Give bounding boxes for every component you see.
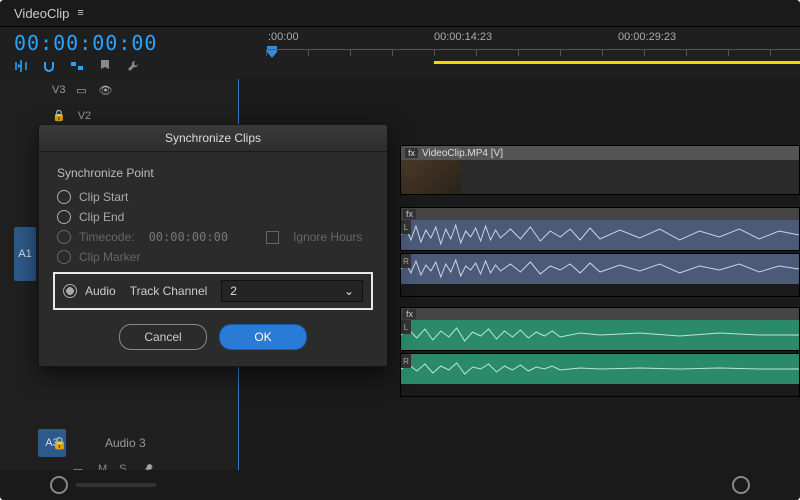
toggle-output-icon[interactable]: ▭ xyxy=(73,83,89,97)
clip-thumbnail xyxy=(401,160,461,194)
ruler-label: 00:00:29:23 xyxy=(618,31,676,43)
track-channel-select[interactable]: 2 ⌄ xyxy=(221,280,363,302)
playhead-timecode[interactable]: 00:00:00:00 xyxy=(14,31,252,55)
dialog-buttons: Cancel OK xyxy=(57,324,369,350)
magnet-icon[interactable] xyxy=(42,59,56,73)
zoom-handle-left[interactable] xyxy=(50,476,68,494)
timeline-footer xyxy=(0,470,800,500)
channel-label-l: L xyxy=(401,220,411,234)
select-value: 2 xyxy=(230,284,237,298)
radio-icon xyxy=(57,230,71,244)
ruler-label: :00:00 xyxy=(268,31,299,43)
dialog-body: Synchronize Point Clip Start Clip End Ti… xyxy=(39,152,387,366)
lock-icon[interactable]: 🔒 xyxy=(52,436,67,450)
timeline-header-left: 00:00:00:00 xyxy=(0,27,266,79)
linked-selection-icon[interactable] xyxy=(70,59,84,73)
channel-label-r: R xyxy=(401,354,411,368)
radio-icon xyxy=(63,284,77,298)
radio-clip-end[interactable]: Clip End xyxy=(57,210,369,224)
radio-icon xyxy=(57,210,71,224)
checkbox-label: Ignore Hours xyxy=(293,230,362,244)
radio-label: Timecode: xyxy=(79,230,135,244)
video-clip[interactable]: fx VideoClip.MP4 [V] xyxy=(400,145,800,195)
track-label: V3 xyxy=(52,84,65,96)
track-header-v3[interactable]: V3 ▭ 👁 xyxy=(0,83,238,97)
lock-icon[interactable]: 🔒 xyxy=(52,109,66,122)
fx-badge[interactable]: fx xyxy=(403,309,416,319)
audio-clip-1-r[interactable]: R xyxy=(400,253,800,297)
snap-icon[interactable] xyxy=(14,59,28,73)
track-channel-label: Track Channel xyxy=(130,284,208,298)
radio-audio[interactable]: Audio xyxy=(63,284,116,298)
panel-menu-icon[interactable]: ≡ xyxy=(77,7,83,19)
channel-label-l: L xyxy=(401,320,411,334)
ok-button[interactable]: OK xyxy=(219,324,307,350)
timecode-value: 00:00:00:00 xyxy=(149,230,228,244)
track-name: Audio 3 xyxy=(105,436,146,450)
work-area-bar[interactable] xyxy=(434,61,800,64)
fx-badge[interactable]: fx xyxy=(403,209,416,219)
radio-audio-row: Audio Track Channel 2 ⌄ xyxy=(53,272,373,310)
zoom-scrollbar[interactable] xyxy=(76,483,156,487)
chevron-down-icon: ⌄ xyxy=(344,284,354,298)
panel-tab-bar: VideoClip ≡ xyxy=(0,0,800,27)
sequence-title[interactable]: VideoClip xyxy=(14,6,69,21)
channel-label-r: R xyxy=(401,254,411,268)
radio-label: Clip Start xyxy=(79,190,128,204)
marker-icon[interactable] xyxy=(98,59,112,73)
timeline-header: 00:00:00:00 :00:00 00:00:14:23 00:00:29:… xyxy=(0,27,800,79)
audio-clip-2-r[interactable]: R xyxy=(400,353,800,397)
radio-label: Clip Marker xyxy=(79,250,140,264)
track-header-a3[interactable]: 🔒 Audio 3 xyxy=(0,429,238,457)
radio-clip-marker: Clip Marker xyxy=(57,250,369,264)
wrench-icon[interactable] xyxy=(126,59,140,73)
timeline-tools xyxy=(14,59,252,73)
radio-clip-start[interactable]: Clip Start xyxy=(57,190,369,204)
time-ruler[interactable]: :00:00 00:00:14:23 00:00:29:23 00:00 xyxy=(266,27,800,79)
synchronize-clips-dialog: Synchronize Clips Synchronize Point Clip… xyxy=(38,124,388,367)
section-label: Synchronize Point xyxy=(57,166,369,180)
clip-header: fx VideoClip.MP4 [V] xyxy=(401,146,799,160)
ruler-ticks xyxy=(266,49,800,60)
radio-icon xyxy=(57,190,71,204)
audio-clip-2-l[interactable]: fx L xyxy=(400,307,800,351)
checkbox-ignore-hours xyxy=(266,231,279,244)
radio-timecode: Timecode: 00:00:00:00 Ignore Hours xyxy=(57,230,369,244)
ruler-label: 00:00:14:23 xyxy=(434,31,492,43)
cancel-button[interactable]: Cancel xyxy=(119,324,207,350)
audio-clip-1-l[interactable]: fx L xyxy=(400,207,800,251)
radio-icon xyxy=(57,250,71,264)
track-header-v2[interactable]: 🔒 V2 xyxy=(0,109,238,122)
eye-icon[interactable]: 👁 xyxy=(97,83,113,97)
dialog-title: Synchronize Clips xyxy=(39,125,387,152)
radio-label: Clip End xyxy=(79,210,124,224)
fx-badge[interactable]: fx xyxy=(405,148,418,158)
track-label: V2 xyxy=(78,110,91,122)
app-frame: VideoClip ≡ 00:00:00:00 :00:00 00:00:14:… xyxy=(0,0,800,500)
source-patch-a1[interactable]: A1 xyxy=(14,227,36,281)
zoom-handle-right[interactable] xyxy=(732,476,750,494)
clip-name: VideoClip.MP4 [V] xyxy=(422,148,503,159)
radio-label: Audio xyxy=(85,284,116,298)
